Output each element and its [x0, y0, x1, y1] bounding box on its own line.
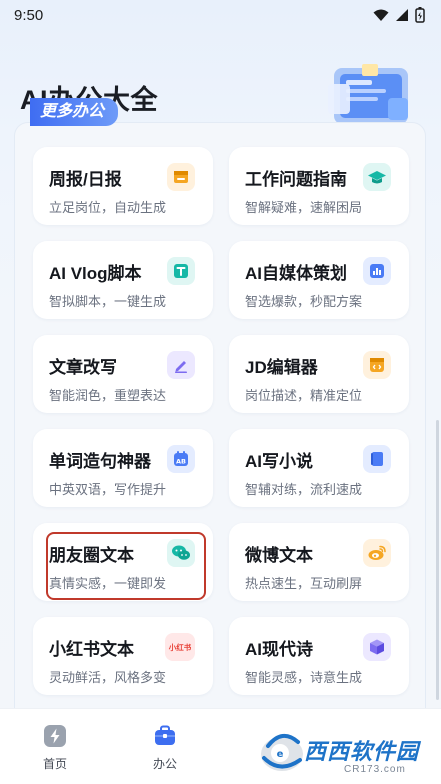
graduation-cap-icon	[363, 163, 391, 191]
svg-text:AB: AB	[176, 458, 186, 466]
code-doc-icon	[363, 351, 391, 379]
tool-card-jd-editor[interactable]: JD编辑器 岗位描述，精准定位	[229, 335, 409, 413]
watermark-url: CR173.com	[344, 764, 406, 775]
watermark-brand: 西西软件园	[304, 739, 420, 764]
xiaohongshu-icon: 小红书	[165, 633, 195, 661]
report-icon	[167, 163, 195, 191]
card-title: AI自媒体策划	[245, 264, 347, 283]
tool-card-novel-writer[interactable]: AI写小说 智辅对练，流利速成	[229, 429, 409, 507]
card-title: AI写小说	[245, 452, 313, 471]
card-title: 微博文本	[245, 546, 313, 565]
tab-label: 首页	[42, 757, 67, 771]
card-subtitle: 智拟脚本，一键生成	[49, 294, 167, 309]
tab-label: 办公	[152, 757, 177, 771]
status-bar: 9:50	[0, 0, 441, 30]
card-subtitle: 热点速生，互动刷屏	[245, 576, 363, 591]
tool-card-modern-poetry[interactable]: AI现代诗 智能灵感，诗意生成	[229, 617, 409, 695]
tool-card-work-guide[interactable]: 工作问题指南 智解疑难，速解困局	[229, 147, 409, 225]
card-title: AI现代诗	[245, 640, 313, 659]
weibo-icon	[363, 539, 391, 567]
watermark-logo: e 西西软件园 CR173.com	[250, 716, 440, 784]
card-title: 周报/日报	[49, 170, 122, 189]
cube-icon	[363, 633, 391, 661]
card-subtitle: 中英双语，写作提升	[49, 482, 167, 497]
card-title: 朋友圈文本	[49, 546, 134, 565]
wifi-icon	[373, 9, 389, 21]
tool-card-media-planning[interactable]: AI自媒体策划 智选爆款，秒配方案	[229, 241, 409, 319]
tool-card-moments-text[interactable]: 朋友圈文本 真情实感，一键即发	[33, 523, 213, 601]
status-icons	[373, 7, 425, 23]
tool-card-article-rewrite[interactable]: 文章改写 智能润色，重塑表达	[33, 335, 213, 413]
battery-icon	[415, 7, 425, 23]
card-title: 工作问题指南	[245, 170, 347, 189]
tool-card-weibo-text[interactable]: 微博文本 热点速生，互动刷屏	[229, 523, 409, 601]
svg-text:e: e	[277, 749, 284, 760]
card-subtitle: 智选爆款，秒配方案	[245, 294, 363, 309]
tool-card-vlog-script[interactable]: AI Vlog脚本 智拟脚本，一键生成	[33, 241, 213, 319]
card-subtitle: 智能灵感，诗意生成	[245, 670, 363, 685]
card-title: 文章改写	[49, 358, 117, 377]
briefcase-icon	[152, 723, 178, 749]
ab-calendar-icon: AB	[167, 445, 195, 473]
card-title: 小红书文本	[49, 640, 134, 659]
tab-office[interactable]: 办公	[125, 723, 205, 772]
card-subtitle: 智能润色，重塑表达	[49, 388, 167, 403]
card-subtitle: 真情实感，一键即发	[49, 576, 167, 591]
card-subtitle: 智解疑难，速解困局	[245, 200, 363, 215]
card-subtitle: 智辅对练，流利速成	[245, 482, 363, 497]
card-subtitle: 立足岗位，自动生成	[49, 200, 167, 215]
t-script-icon	[167, 257, 195, 285]
scrollbar[interactable]	[436, 420, 439, 700]
pen-icon	[167, 351, 195, 379]
tool-card-word-sentence[interactable]: 单词造句神器 中英双语，写作提升 AB	[33, 429, 213, 507]
card-subtitle: 灵动鲜活，风格多变	[49, 670, 167, 685]
book-icon	[363, 445, 391, 473]
chart-icon	[363, 257, 391, 285]
lightning-icon	[42, 723, 68, 749]
tool-card-xiaohongshu-text[interactable]: 小红书文本 灵动鲜活，风格多变 小红书	[33, 617, 213, 695]
card-subtitle: 岗位描述，精准定位	[245, 388, 363, 403]
tab-home[interactable]: 首页	[15, 723, 95, 772]
wechat-icon	[167, 539, 195, 567]
section-tag: 更多办公	[30, 98, 119, 126]
xiaohongshu-logo-text: 小红书	[168, 642, 192, 652]
card-title: 单词造句神器	[49, 452, 151, 471]
card-title: JD编辑器	[245, 358, 318, 377]
tool-card-weekly-report[interactable]: 周报/日报 立足岗位，自动生成	[33, 147, 213, 225]
status-time: 9:50	[14, 6, 44, 24]
card-title: AI Vlog脚本	[49, 264, 142, 283]
signal-icon	[396, 9, 408, 21]
